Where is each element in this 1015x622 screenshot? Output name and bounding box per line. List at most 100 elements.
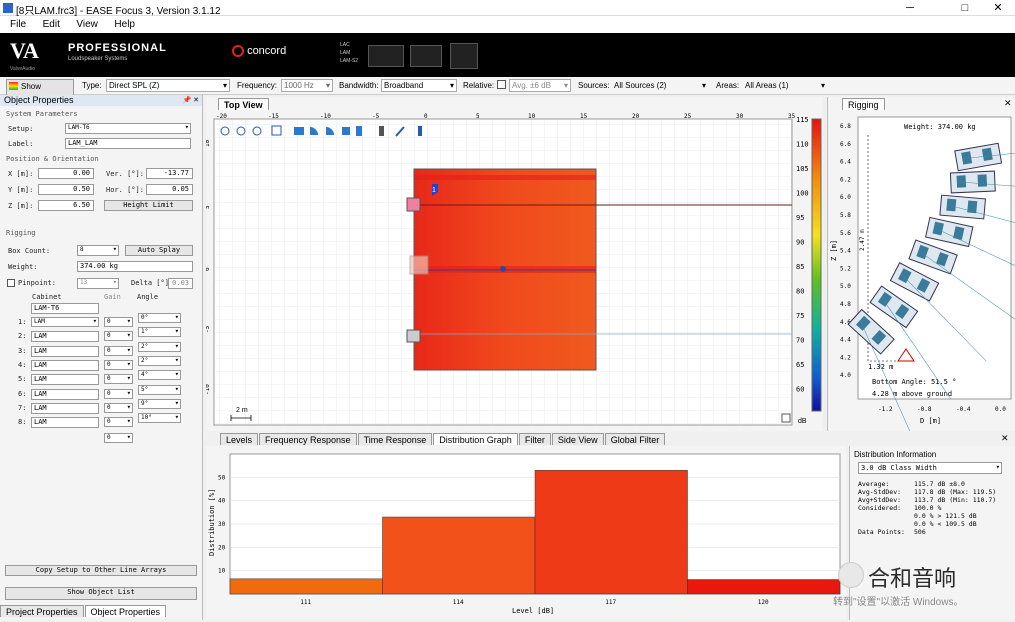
professional-logo: PROFESSIONAL	[68, 42, 167, 54]
cabinet-select[interactable]: LAM	[31, 374, 99, 386]
pin-close-icon[interactable]: 📌 ✕	[182, 95, 199, 106]
bandwidth-select[interactable]: Broadband	[381, 79, 457, 92]
gain-select[interactable]: 0	[104, 331, 133, 342]
tab-filter[interactable]: Filter	[518, 433, 551, 445]
angle-select[interactable]: 5°	[138, 384, 181, 395]
angle-select[interactable]: 2°	[138, 341, 181, 352]
cabinet-select[interactable]: LAM	[31, 417, 99, 429]
title-bar: [8只LAM.frc3] - EASE Focus 3, Version 3.1…	[0, 0, 1015, 17]
tab-global-filter[interactable]: Global Filter	[604, 433, 666, 445]
minimize-button[interactable]: ─	[895, 0, 925, 16]
center-marker[interactable]	[500, 266, 506, 272]
hor-input[interactable]: 0.05	[146, 184, 193, 195]
top-view-canvas[interactable]: -20-15-10-505101520253035 1050-5-10 1 2	[206, 111, 822, 431]
menu-view[interactable]: View	[76, 19, 98, 30]
rigging-close-icon[interactable]: ✕	[1004, 98, 1012, 109]
speaker-icon[interactable]	[379, 126, 384, 136]
rigging-z-tick: 4.0	[840, 372, 851, 379]
tab-project-properties[interactable]: Project Properties	[0, 605, 84, 617]
cabinet-select[interactable]: LAM	[31, 359, 99, 371]
tab-top-view[interactable]: Top View	[218, 98, 269, 110]
relative-select[interactable]: Avg. ±6 dB	[509, 79, 571, 92]
model-lam: LAM	[340, 50, 351, 56]
tab-time-response[interactable]: Time Response	[357, 433, 433, 445]
close-button[interactable]: ✕	[983, 0, 1013, 16]
color-scale-tick: 85	[796, 263, 804, 271]
tab-rigging[interactable]: Rigging	[842, 98, 885, 110]
stat-row: Avg-StdDev: 117.8 dB (Max: 119.5)	[858, 488, 1006, 496]
setup-select[interactable]: LAM-T6	[65, 123, 191, 134]
speaker-source-icon[interactable]	[406, 329, 421, 343]
color-scale	[811, 118, 822, 412]
chart-y-label: Distribution [%]	[208, 489, 216, 556]
auto-splay-button[interactable]: Auto Splay	[125, 245, 193, 256]
x-tick-label: -5	[372, 113, 380, 120]
frequency-select[interactable]: 1000 Hz	[281, 79, 333, 92]
delta-input[interactable]: 0.03	[168, 278, 193, 289]
gain-select[interactable]: 0	[104, 359, 133, 370]
distribution-bar[interactable]	[229, 578, 383, 595]
gain-select[interactable]: 0	[104, 388, 133, 399]
tab-object-properties[interactable]: Object Properties	[84, 605, 167, 617]
gain-select[interactable]: 0	[104, 417, 133, 428]
color-scale-tick: 115	[796, 116, 809, 124]
cabinet-row-number: 6:	[18, 389, 27, 398]
distribution-bar[interactable]	[534, 470, 688, 595]
cabinet-select[interactable]: LAM	[31, 331, 99, 343]
angle-select[interactable]: 9°	[138, 398, 181, 409]
gain-select[interactable]: 0	[104, 402, 133, 413]
analysis-close-icon[interactable]: ✕	[1001, 433, 1009, 444]
gain-select[interactable]: 0	[104, 374, 133, 385]
gain-select[interactable]: 0	[104, 433, 133, 443]
height-limit-button[interactable]: Height Limit	[104, 200, 193, 211]
angle-header: Angle	[137, 293, 159, 301]
angle-select[interactable]: 4°	[138, 370, 181, 381]
angle-select[interactable]: 0°	[138, 313, 181, 323]
tab-levels[interactable]: Levels	[220, 433, 259, 445]
distribution-bar[interactable]	[687, 579, 841, 595]
speaker-source-icon[interactable]	[409, 255, 429, 275]
type-label: Type:	[82, 81, 102, 90]
resize-handle-icon[interactable]	[781, 413, 791, 423]
rigging-tabs: Rigging	[842, 98, 886, 110]
shape-square-icon[interactable]	[342, 127, 350, 135]
type-select[interactable]: Direct SPL (Z)	[106, 79, 230, 92]
x-input[interactable]: 0.00	[38, 168, 94, 179]
areas-select[interactable]: All Areas (1)	[742, 79, 828, 92]
rigging-z-tick: 5.4	[840, 248, 851, 255]
cabinet-select[interactable]: LAM	[31, 345, 99, 357]
tab-frequency-response[interactable]: Frequency Response	[259, 433, 357, 445]
relative-checkbox[interactable]	[497, 80, 506, 89]
menu-file[interactable]: File	[10, 19, 26, 30]
cabinet-select[interactable]: LAM	[31, 317, 99, 327]
y-input[interactable]: 0.50	[38, 184, 94, 195]
gain-select[interactable]: 0	[104, 345, 133, 356]
menu-help[interactable]: Help	[114, 19, 135, 30]
angle-select[interactable]: 1°	[138, 327, 181, 338]
class-width-select[interactable]: 3.0 dB Class Width	[858, 462, 1002, 474]
angle-select[interactable]: 2°	[138, 355, 181, 366]
speaker-source-icon[interactable]	[406, 197, 421, 212]
z-input[interactable]: 6.50	[38, 200, 94, 211]
color-scale-tick: 60	[796, 386, 804, 394]
gain-select[interactable]: 0	[104, 317, 133, 327]
label-input[interactable]: LAM_LAM	[65, 138, 191, 149]
cabinet-select[interactable]: LAM	[31, 402, 99, 414]
distribution-bar[interactable]	[382, 516, 536, 595]
sources-select[interactable]: All Sources (2)	[611, 79, 709, 92]
tagline: Loudspeaker Systems	[68, 56, 128, 62]
pinpoint-select[interactable]: 13	[77, 278, 119, 289]
shape-rect-icon[interactable]	[294, 127, 304, 135]
ver-input[interactable]: -13.77	[146, 168, 193, 179]
menu-edit[interactable]: Edit	[43, 19, 60, 30]
tab-distribution-graph[interactable]: Distribution Graph	[433, 433, 518, 445]
cabinet-select[interactable]: LAM	[31, 388, 99, 400]
pinpoint-checkbox[interactable]	[7, 279, 15, 287]
show-object-list-button[interactable]: Show Object List	[5, 587, 197, 600]
shape-bar-icon[interactable]	[356, 126, 362, 136]
maximize-button[interactable]: □	[950, 0, 980, 16]
angle-select[interactable]: 10°	[138, 413, 181, 424]
box-count-select[interactable]: 8	[77, 245, 119, 256]
copy-setup-button[interactable]: Copy Setup to Other Line Arrays	[5, 565, 197, 576]
tab-side-view[interactable]: Side View	[551, 433, 604, 445]
